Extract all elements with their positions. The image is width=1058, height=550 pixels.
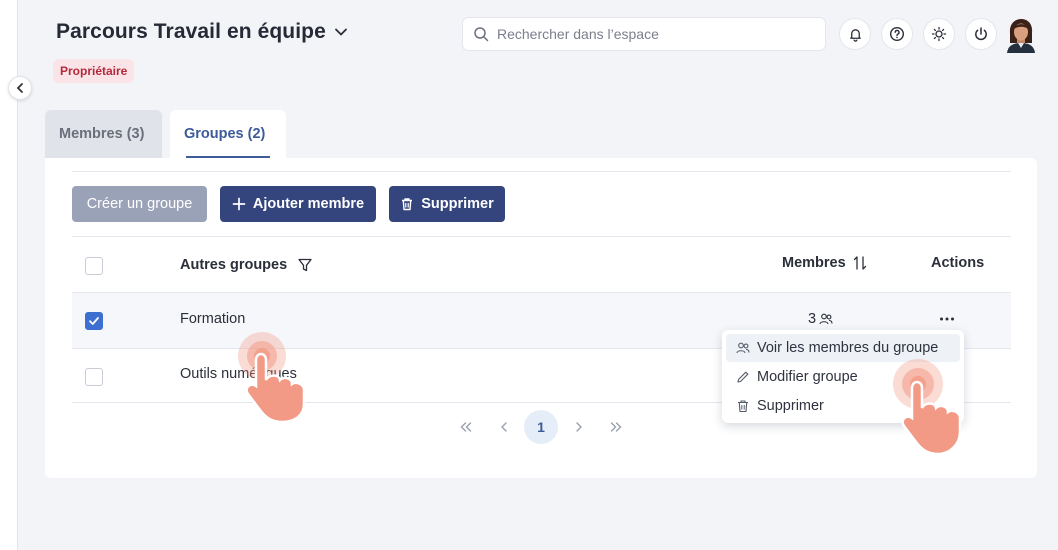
sun-icon (931, 26, 947, 42)
checkmark-icon (89, 317, 99, 325)
row-checkbox[interactable] (85, 312, 103, 330)
chevrons-left-icon (460, 422, 472, 432)
pencil-icon (737, 371, 749, 383)
search-bar[interactable] (462, 17, 826, 51)
tab-groups-label: Groupes (2) (184, 126, 266, 142)
group-name: Formation (180, 311, 246, 327)
divider (72, 236, 1011, 237)
menu-item-label: Supprimer (757, 398, 824, 414)
users-icon (819, 313, 833, 325)
add-member-label: Ajouter membre (252, 196, 365, 212)
sort-icon (853, 256, 866, 270)
tap-hand-icon (893, 359, 962, 456)
help-icon (889, 26, 905, 42)
next-page-button[interactable] (562, 410, 596, 444)
row-checkbox[interactable] (85, 368, 103, 386)
collapse-sidebar-button[interactable] (8, 76, 32, 100)
notifications-button[interactable] (839, 18, 871, 50)
avatar-icon (1007, 19, 1035, 53)
column-header-actions: Actions (931, 255, 984, 271)
delete-label: Supprimer (421, 196, 494, 212)
users-icon (736, 342, 750, 354)
plus-icon (232, 197, 246, 211)
select-all-checkbox[interactable] (85, 257, 103, 275)
row-actions-button[interactable] (938, 310, 956, 328)
chevron-left-icon (501, 422, 507, 432)
column-header-groups: Autres groupes (180, 257, 313, 273)
search-icon (474, 27, 489, 42)
title-selector[interactable]: Parcours Travail en équipe (56, 20, 348, 44)
trash-icon (738, 400, 748, 413)
chevron-down-icon (334, 28, 347, 36)
member-count: 3 (808, 311, 833, 327)
page-1-button[interactable]: 1 (524, 410, 558, 444)
tab-groups[interactable]: Groupes (2) (170, 110, 286, 158)
filter-icon[interactable] (297, 257, 313, 273)
role-badge: Propriétaire (53, 59, 135, 83)
chevron-right-icon (576, 422, 582, 432)
first-page-button[interactable] (449, 410, 483, 444)
delete-button[interactable]: Supprimer (389, 186, 505, 222)
column-header-members[interactable]: Membres (782, 255, 868, 271)
tab-members[interactable]: Membres (3) (45, 110, 162, 158)
power-icon (975, 27, 987, 41)
create-group-button[interactable]: Créer un groupe (72, 186, 207, 222)
column-header-members-label: Membres (782, 255, 846, 271)
tab-members-label: Membres (3) (59, 126, 145, 142)
tap-hand-icon (238, 332, 306, 424)
column-header-actions-label: Actions (931, 255, 985, 271)
previous-page-button[interactable] (487, 410, 521, 444)
divider (72, 171, 1011, 172)
last-page-button[interactable] (599, 410, 633, 444)
page-title: Parcours Travail en équipe (56, 20, 326, 43)
chevrons-right-icon (610, 422, 622, 432)
add-member-button[interactable]: Ajouter membre (220, 186, 376, 222)
search-input[interactable] (497, 26, 817, 42)
user-avatar[interactable] (1005, 17, 1037, 53)
menu-item-label: Modifier groupe (757, 369, 858, 385)
logout-button[interactable] (965, 18, 997, 50)
trash-icon (402, 198, 413, 211)
more-horizontal-icon (940, 317, 954, 321)
member-count-value: 3 (808, 311, 817, 327)
current-page-label: 1 (537, 419, 545, 435)
create-group-label: Créer un groupe (86, 196, 193, 212)
help-button[interactable] (881, 18, 913, 50)
column-header-groups-label: Autres groupes (180, 257, 288, 273)
bell-icon (849, 28, 861, 42)
theme-toggle-button[interactable] (923, 18, 955, 50)
chevron-left-icon (16, 83, 23, 93)
